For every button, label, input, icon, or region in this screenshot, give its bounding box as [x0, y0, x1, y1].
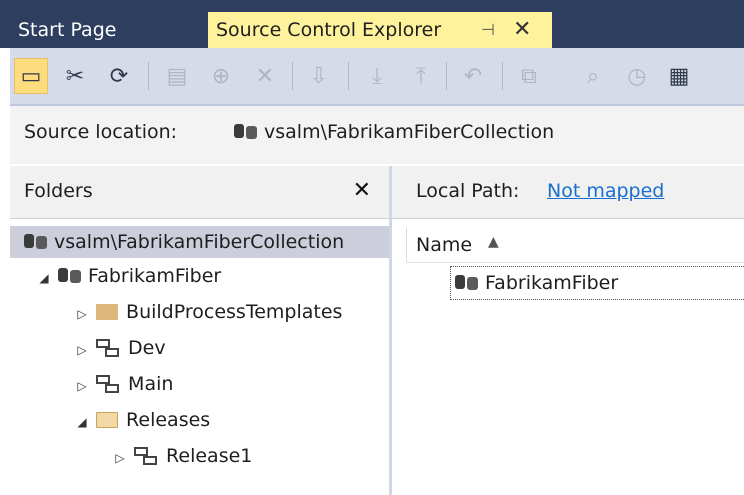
check-out-icon[interactable]: ⤓ [360, 58, 394, 94]
tree-node-release1[interactable]: ▷ Release1 [112, 440, 252, 472]
folders-pane: Folders ✕ vsalm\FabrikamFiberCollection … [10, 166, 392, 495]
list-item[interactable]: FabrikamFiber [450, 266, 744, 300]
check-in-icon[interactable]: ⤒ [404, 58, 438, 94]
compare-icon[interactable]: ⧉ [512, 58, 546, 94]
tree-node-collection[interactable]: vsalm\FabrikamFiberCollection [10, 226, 389, 258]
list-item-label: FabrikamFiber [485, 272, 619, 294]
collapsed-arrow-icon[interactable]: ▷ [112, 442, 128, 474]
undo-icon[interactable]: ↶ [456, 58, 490, 94]
close-icon[interactable]: ✕ [353, 178, 371, 203]
source-location-label: Source location: [24, 121, 178, 143]
workspace-icon[interactable]: ▦ [662, 58, 696, 94]
new-folder-icon[interactable]: ▤ [160, 58, 194, 94]
tree-node-label: Main [128, 373, 174, 395]
column-divider [406, 228, 407, 262]
items-pane: Local Path: Not mapped Name ▲ FabrikamFi… [392, 166, 744, 495]
collapsed-arrow-icon[interactable]: ▷ [74, 334, 90, 366]
add-items-icon[interactable]: ⊕ [204, 58, 238, 94]
tree-node-dev[interactable]: ▷ Dev [74, 332, 166, 366]
toggle-folders-icon[interactable]: ▭ [14, 58, 48, 94]
history-icon[interactable]: ◷ [620, 58, 654, 94]
tree-node-main[interactable]: ▷ Main [74, 368, 173, 400]
local-path-label: Local Path: [416, 180, 520, 202]
source-location-text: vsalm\FabrikamFiberCollection [264, 121, 555, 143]
toolbar-separator [292, 62, 293, 90]
sort-ascending-icon: ▲ [488, 234, 499, 250]
team-project-icon [455, 273, 479, 291]
refresh-icon[interactable]: ⟳ [102, 58, 136, 94]
source-location-bar: Source location: vsalm\FabrikamFiberColl… [10, 106, 744, 164]
collapsed-arrow-icon[interactable]: ▷ [74, 298, 90, 330]
tree-node-buildprocesstemplates[interactable]: ▷ BuildProcessTemplates [74, 296, 342, 328]
find-icon[interactable]: ⌕ [576, 58, 610, 94]
local-path-bar: Local Path: Not mapped [392, 166, 744, 219]
name-column-header[interactable]: Name ▲ [406, 228, 744, 263]
disconnect-icon[interactable]: ✂ [58, 58, 92, 94]
branch-icon [96, 375, 120, 393]
tab-source-control-explorer[interactable]: Source Control Explorer ⊣ ✕ [208, 12, 552, 48]
team-project-collection-icon [234, 122, 258, 140]
tab-start-page-label: Start Page [18, 19, 117, 41]
expanded-arrow-icon[interactable]: ◢ [36, 262, 52, 294]
get-latest-icon[interactable]: ⇩ [302, 58, 336, 94]
branch-icon [134, 447, 158, 465]
tree-node-fabrikamfiber[interactable]: ◢ FabrikamFiber [36, 260, 221, 292]
toolbar-separator [348, 62, 349, 90]
collapsed-arrow-icon[interactable]: ▷ [74, 370, 90, 402]
document-tab-strip: Start Page Source Control Explorer ⊣ ✕ [0, 0, 744, 48]
tree-node-label: FabrikamFiber [88, 265, 222, 287]
delete-icon[interactable]: ✕ [248, 58, 282, 94]
folders-header: Folders ✕ [10, 166, 389, 219]
toolbar-separator [502, 62, 503, 90]
tab-start-page[interactable]: Start Page [10, 12, 208, 48]
pin-icon[interactable]: ⊣ [481, 12, 495, 48]
tab-source-control-explorer-label: Source Control Explorer [216, 19, 442, 41]
tree-node-label: Dev [128, 337, 166, 359]
close-icon[interactable]: ✕ [513, 12, 531, 48]
tree-node-label: Releases [126, 409, 211, 431]
toolbar-separator [148, 62, 149, 90]
open-folder-icon [96, 412, 119, 428]
team-project-collection-icon [24, 232, 48, 250]
tree-node-label: vsalm\FabrikamFiberCollection [54, 231, 345, 253]
branch-icon [96, 339, 120, 357]
toolbar-separator [446, 62, 447, 90]
local-path-link[interactable]: Not mapped [547, 180, 664, 202]
name-column-label: Name [416, 234, 473, 256]
tree-node-label: BuildProcessTemplates [126, 301, 343, 323]
team-project-icon [58, 266, 82, 284]
source-location-value[interactable]: vsalm\FabrikamFiberCollection [234, 121, 554, 143]
tree-node-releases[interactable]: ◢ Releases [74, 404, 210, 436]
folder-icon [96, 304, 119, 320]
source-control-toolbar: ▭ ✂ ⟳ ▤ ⊕ ✕ ⇩ ⤓ ⤒ ↶ ⧉ ⌕ ◷ ▦ [10, 48, 744, 106]
folders-title: Folders [24, 180, 93, 202]
expanded-arrow-icon[interactable]: ◢ [74, 406, 90, 438]
tree-node-label: Release1 [166, 445, 253, 467]
